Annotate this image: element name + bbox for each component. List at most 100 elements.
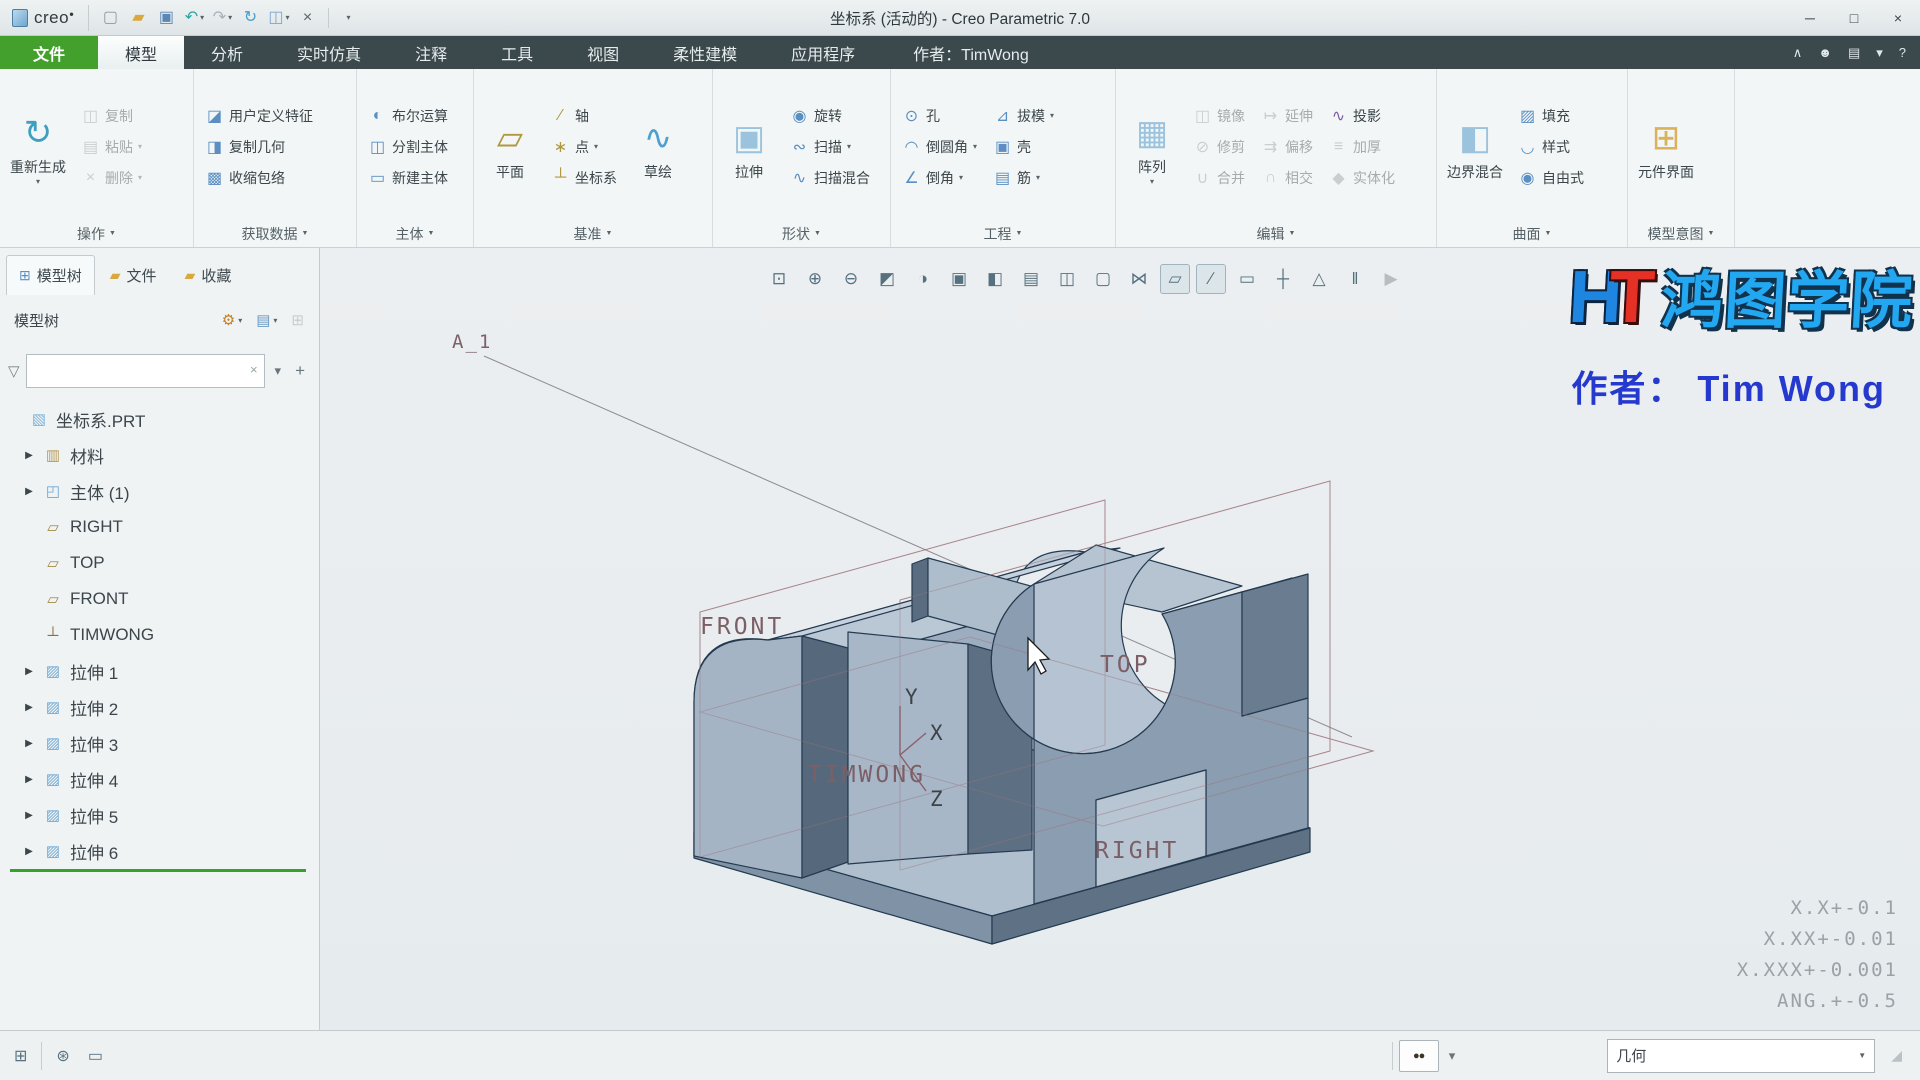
tree-filter-input[interactable]: [26, 354, 265, 388]
tab-柔性建模[interactable]: 柔性建模: [646, 36, 764, 69]
hole-button[interactable]: ⊙孔: [897, 101, 982, 130]
boundary-blend-button[interactable]: ◧边界混合: [1443, 112, 1507, 182]
solidify-button[interactable]: ◆实体化: [1324, 163, 1400, 192]
shading-quality-button[interactable]: ◑: [908, 264, 938, 294]
tree-item-part[interactable]: ▶▧坐标系.PRT: [0, 401, 319, 437]
qat-overflow-button[interactable]: ▾: [336, 5, 362, 31]
expand-arrow-icon[interactable]: ▶: [22, 774, 36, 785]
revolve-button[interactable]: ◉旋转: [785, 101, 875, 130]
group-label-编辑[interactable]: 编辑▼: [1116, 220, 1436, 247]
draft-button[interactable]: ⊿拔模▾: [988, 101, 1059, 130]
mirror-button[interactable]: ◫镜像: [1188, 101, 1250, 130]
new-body-button[interactable]: ▭新建主体: [363, 163, 453, 192]
project-button[interactable]: ∿投影: [1324, 101, 1400, 130]
round-button[interactable]: ◠倒圆角▾: [897, 132, 982, 161]
filter-add-button[interactable]: +: [291, 359, 309, 383]
tree-item-body[interactable]: ▶◰主体 (1): [0, 473, 319, 509]
expand-arrow-icon[interactable]: ▶: [22, 810, 36, 821]
pattern-button[interactable]: ▦阵列▾: [1122, 107, 1182, 186]
tree-insert-locator[interactable]: [10, 869, 306, 872]
selection-filter-combobox[interactable]: 几何 ▼: [1607, 1039, 1875, 1073]
panel-tab-model-tree[interactable]: ⊞模型树: [6, 255, 95, 295]
swept-blend-button[interactable]: ∿扫描混合: [785, 163, 875, 192]
expand-arrow-icon[interactable]: ▶: [22, 846, 36, 857]
help-icon[interactable]: ?: [1899, 45, 1906, 60]
group-label-模型意图[interactable]: 模型意图▼: [1628, 220, 1734, 247]
find-dropdown-button[interactable]: ▾: [1445, 1046, 1460, 1066]
panel-tab-favorites[interactable]: ▰收藏: [172, 255, 245, 295]
filter-clear-icon[interactable]: ×: [250, 362, 258, 377]
tab-模型[interactable]: 模型: [98, 36, 184, 69]
chamfer-button[interactable]: ∠倒角▾: [897, 163, 982, 192]
tree-item-extrude-3[interactable]: ▶▨拉伸 3: [0, 725, 319, 761]
model-tree-toggle[interactable]: ⊞: [10, 1042, 31, 1070]
more-dropdown-icon[interactable]: ▾: [1876, 45, 1883, 61]
redo-button[interactable]: ↷▾: [209, 5, 235, 31]
datum-csys-button[interactable]: ┴坐标系: [546, 163, 622, 192]
shrinkwrap-button[interactable]: ▩收缩包络: [200, 163, 318, 192]
zoom-selected-button[interactable]: ⊡: [764, 264, 794, 294]
datum-point-button[interactable]: ∗点▾: [546, 132, 622, 161]
intersect-button[interactable]: ∩相交: [1256, 163, 1318, 192]
expand-arrow-icon[interactable]: ▶: [22, 666, 36, 677]
tab-视图[interactable]: 视图: [560, 36, 646, 69]
tab-实时仿真[interactable]: 实时仿真: [270, 36, 388, 69]
group-label-获取数据[interactable]: 获取数据▼: [194, 220, 356, 247]
datum-display-button[interactable]: ⋈: [1124, 264, 1154, 294]
tree-columns-button[interactable]: ⊞: [286, 307, 309, 333]
expand-arrow-icon[interactable]: ▶: [22, 486, 36, 497]
regenerate-button[interactable]: ↻: [237, 5, 263, 31]
delete-button[interactable]: ×删除▾: [76, 163, 147, 192]
extrude-button[interactable]: ▣拉伸: [719, 112, 779, 182]
resources-icon[interactable]: ▤: [1848, 45, 1860, 61]
tag-display-button[interactable]: ▭: [1232, 264, 1262, 294]
maximize-button[interactable]: □: [1832, 0, 1876, 35]
tab-分析[interactable]: 分析: [184, 36, 270, 69]
copy-geometry-button[interactable]: ◨复制几何: [200, 132, 318, 161]
find-button[interactable]: ●●: [1399, 1040, 1439, 1072]
refit-button[interactable]: ◩: [872, 264, 902, 294]
csys-display-button[interactable]: ┼: [1268, 264, 1298, 294]
datum-plane-button[interactable]: ▱平面: [480, 112, 540, 182]
solid-model[interactable]: [694, 545, 1310, 944]
view-manager-button[interactable]: ▤: [1016, 264, 1046, 294]
user-account-icon[interactable]: ☻: [1818, 45, 1832, 60]
datum-axis-button[interactable]: ∕轴: [546, 101, 622, 130]
group-label-形状[interactable]: 形状▼: [713, 220, 890, 247]
tab-工具[interactable]: 工具: [474, 36, 560, 69]
minimize-button[interactable]: ─: [1788, 0, 1832, 35]
tree-item-material[interactable]: ▶▥材料: [0, 437, 319, 473]
tab-file[interactable]: 文件: [0, 36, 98, 69]
component-interface-button[interactable]: ⊞元件界面: [1634, 112, 1698, 182]
realism-button[interactable]: ▢: [1088, 264, 1118, 294]
front-plane-label[interactable]: FRONT: [700, 614, 784, 640]
paste-button[interactable]: ▤粘贴▾: [76, 132, 147, 161]
play-button[interactable]: ▶: [1376, 264, 1406, 294]
filter-dropdown-button[interactable]: ▾: [271, 361, 286, 381]
sweep-button[interactable]: ∾扫描▾: [785, 132, 875, 161]
right-plane-label[interactable]: RIGHT: [1095, 838, 1179, 864]
style-button[interactable]: ◡样式: [1513, 132, 1589, 161]
tree-item-front-plane[interactable]: ▶▱FRONT: [0, 581, 319, 617]
tab-注释[interactable]: 注释: [388, 36, 474, 69]
tree-settings-button[interactable]: ⚙▾: [217, 307, 247, 333]
expand-arrow-icon[interactable]: ▶: [22, 738, 36, 749]
close-button[interactable]: ×: [1876, 0, 1920, 35]
tree-item-extrude-4[interactable]: ▶▨拉伸 4: [0, 761, 319, 797]
thicken-button[interactable]: ≡加厚: [1324, 132, 1400, 161]
csys-name-label[interactable]: TIMWONG: [808, 762, 926, 788]
tree-item-extrude-5[interactable]: ▶▨拉伸 5: [0, 797, 319, 833]
merge-button[interactable]: ∪合并: [1188, 163, 1250, 192]
tree-item-top-plane[interactable]: ▶▱TOP: [0, 545, 319, 581]
expand-arrow-icon[interactable]: ▶: [22, 450, 36, 461]
top-plane-label[interactable]: TOP: [1100, 652, 1151, 678]
close-window-button[interactable]: ×: [295, 5, 321, 31]
trim-button[interactable]: ⊘修剪: [1188, 132, 1250, 161]
udf-button[interactable]: ◪用户定义特征: [200, 101, 318, 130]
browser-toggle[interactable]: ⊛: [52, 1042, 73, 1070]
open-file-button[interactable]: ▰: [125, 5, 151, 31]
resize-grip[interactable]: ◢: [1891, 1047, 1902, 1064]
pause-button[interactable]: ‖: [1340, 264, 1370, 294]
shell-button[interactable]: ▣壳: [988, 132, 1059, 161]
regenerate-button[interactable]: ↻重新生成▾: [6, 107, 70, 186]
